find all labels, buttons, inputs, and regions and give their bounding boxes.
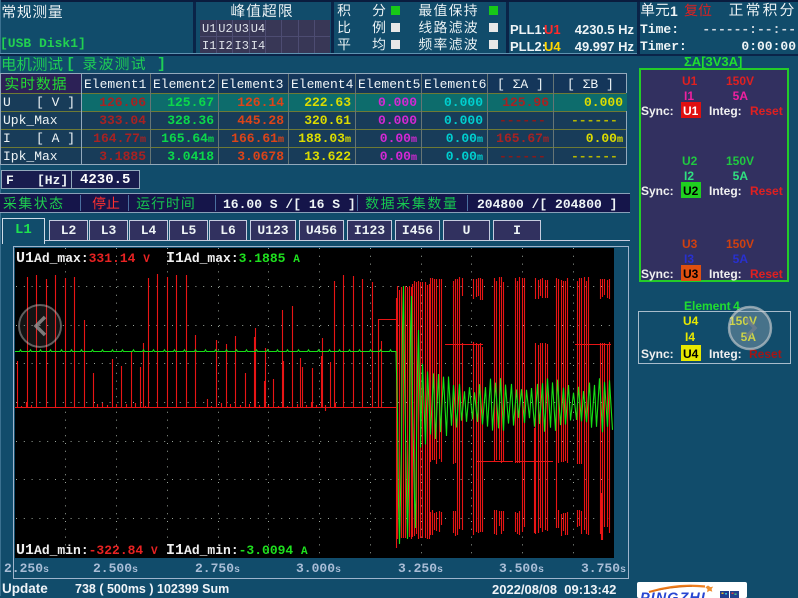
svg-text:PINGZHI: PINGZHI bbox=[640, 591, 706, 598]
